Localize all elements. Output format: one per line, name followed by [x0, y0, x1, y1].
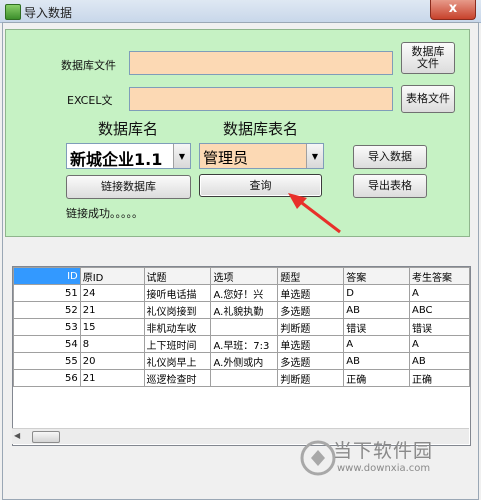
table-header-row: ID 原ID 试题 选项 题型 答案 考生答案: [13, 267, 470, 285]
column-header[interactable]: 考生答案: [409, 267, 470, 285]
table-cell[interactable]: 51: [13, 284, 81, 302]
table-cell[interactable]: 多选题: [277, 301, 345, 319]
column-header[interactable]: 答案: [343, 267, 411, 285]
table-cell[interactable]: AB: [343, 301, 411, 319]
table-cell[interactable]: 单选题: [277, 284, 345, 302]
table-cell[interactable]: 24: [79, 284, 145, 302]
table-cell[interactable]: A.外侧或内: [210, 352, 279, 370]
column-header[interactable]: 原ID: [79, 267, 145, 285]
table-row[interactable]: 52 21 礼仪岗接到 A.礼貌执勤 多选题 AB ABC: [13, 301, 470, 319]
table-cell[interactable]: ABC: [409, 301, 470, 319]
table-cell[interactable]: 53: [13, 318, 81, 336]
table-cell[interactable]: 15: [79, 318, 145, 336]
table-cell[interactable]: [210, 369, 279, 387]
table-cell[interactable]: 单选题: [277, 335, 345, 353]
results-table: ID 原ID 试题 选项 题型 答案 考生答案 51 24 接听电话描 A.您好！兴 单选题 D A 52…: [13, 267, 470, 387]
column-header[interactable]: 试题: [143, 267, 212, 285]
table-cell[interactable]: 21: [79, 369, 145, 387]
table-row[interactable]: 54 8 上下班时间 A.早班：7:3 单选题 A A: [13, 335, 470, 353]
table-cell[interactable]: 礼仪岗早上: [143, 352, 212, 370]
table-row[interactable]: 53 15 非机动车收 判断题 错误 错误: [13, 318, 470, 336]
table-cell[interactable]: 非机动车收: [143, 318, 212, 336]
watermark-text: 当下软件园: [333, 440, 434, 462]
column-header[interactable]: 题型: [277, 267, 345, 285]
table-cell[interactable]: A: [343, 335, 411, 353]
table-cell[interactable]: 判断题: [277, 369, 345, 387]
scroll-left-icon[interactable]: ◀: [14, 431, 20, 440]
table-cell[interactable]: AB: [409, 352, 470, 370]
table-cell[interactable]: 55: [13, 352, 81, 370]
table-cell[interactable]: A.早班：7:3: [210, 335, 279, 353]
table-cell[interactable]: 8: [79, 335, 145, 353]
table-cell[interactable]: A.礼貌执勤: [210, 301, 279, 319]
table-cell[interactable]: D: [343, 284, 411, 302]
table-row[interactable]: 56 21 巡逻检查时 判断题 正确 正确: [13, 369, 470, 387]
table-row[interactable]: 51 24 接听电话描 A.您好！兴 单选题 D A: [13, 284, 470, 302]
table-cell[interactable]: A.您好！兴: [210, 284, 279, 302]
table-cell[interactable]: 多选题: [277, 352, 345, 370]
table-cell[interactable]: 判断题: [277, 318, 345, 336]
table-row[interactable]: 55 20 礼仪岗早上 A.外侧或内 多选题 AB AB: [13, 352, 470, 370]
column-header[interactable]: 选项: [210, 267, 279, 285]
table-cell[interactable]: 正确: [343, 369, 411, 387]
table-cell[interactable]: 52: [13, 301, 81, 319]
table-cell[interactable]: 上下班时间: [143, 335, 212, 353]
table-cell[interactable]: A: [409, 335, 470, 353]
table-cell[interactable]: 礼仪岗接到: [143, 301, 212, 319]
scrollbar-thumb[interactable]: [32, 431, 60, 443]
table-cell[interactable]: 巡逻检查时: [143, 369, 212, 387]
table-cell[interactable]: AB: [343, 352, 411, 370]
table-cell[interactable]: 错误: [409, 318, 470, 336]
table-cell[interactable]: 56: [13, 369, 81, 387]
table-cell[interactable]: 正确: [409, 369, 470, 387]
table-cell[interactable]: 接听电话描: [143, 284, 212, 302]
watermark-url: www.downxia.com: [337, 463, 431, 474]
table-cell[interactable]: [210, 318, 279, 336]
table-cell[interactable]: A: [409, 284, 470, 302]
table-cell[interactable]: 21: [79, 301, 145, 319]
column-header[interactable]: ID: [13, 267, 81, 285]
table-cell[interactable]: 20: [79, 352, 145, 370]
table-cell[interactable]: 错误: [343, 318, 411, 336]
data-grid[interactable]: ID 原ID 试题 选项 题型 答案 考生答案 51 24 接听电话描 A.您好！兴 单选题 D A 52…: [12, 266, 471, 446]
table-cell[interactable]: 54: [13, 335, 81, 353]
